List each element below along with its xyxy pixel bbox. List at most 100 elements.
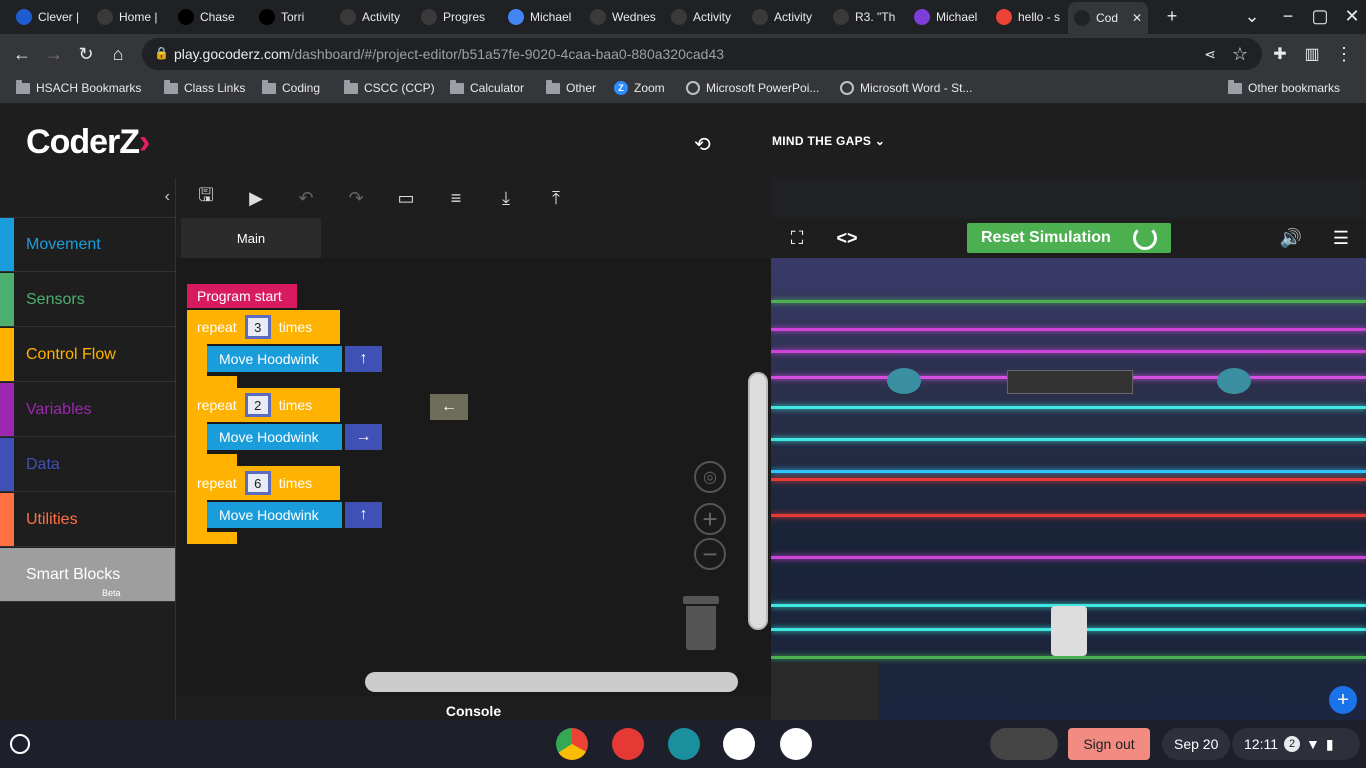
collapse-sidebar-button[interactable]: ‹ [0, 178, 176, 218]
coderz-logo[interactable]: CoderZ› [26, 123, 150, 162]
tab-search-icon[interactable]: ⌄ [1240, 4, 1264, 28]
vpn-app-icon[interactable] [780, 728, 812, 760]
console-panel[interactable]: Console [176, 696, 771, 720]
undo-icon[interactable]: ↶ [293, 186, 319, 210]
reload-icon[interactable]: ↻ [74, 42, 98, 66]
reset-simulation-button[interactable]: Reset Simulation [967, 223, 1171, 253]
classroom-app-icon[interactable] [668, 728, 700, 760]
browser-tab[interactable]: Cod ✕ [1068, 2, 1148, 34]
trash-icon[interactable] [683, 596, 719, 650]
pearson-app-icon[interactable] [723, 728, 755, 760]
zoom-out-icon[interactable]: − [694, 538, 726, 570]
launcher-icon[interactable] [10, 734, 30, 754]
settings-sliders-icon[interactable]: ☰ [1329, 226, 1353, 250]
browser-tab[interactable]: Michael [908, 4, 988, 30]
browser-tab[interactable]: Clever | [10, 4, 90, 30]
tote-thumbnails[interactable] [990, 728, 1058, 760]
repeat-count-input[interactable]: 3 [244, 315, 271, 339]
bookmark-item[interactable]: Other [546, 79, 596, 95]
bookmark-item[interactable]: Microsoft Word - St... [840, 81, 972, 95]
browser-tab[interactable]: Activity [334, 4, 414, 30]
add-fab-button[interactable]: + [1329, 686, 1357, 714]
close-window-icon[interactable]: ✕ [1340, 4, 1364, 28]
repeat-block[interactable]: repeat 6 times Move Hoodwink ↑ [187, 466, 382, 544]
browser-tab[interactable]: Wednes [584, 4, 664, 30]
category-smart-blocks[interactable]: Smart Blocks Beta [0, 548, 175, 602]
upload-icon[interactable]: ⤒ [543, 186, 569, 210]
chrome-app-icon[interactable] [556, 728, 588, 760]
back-icon[interactable]: ← [10, 42, 34, 66]
browser-tab[interactable]: Progres [415, 4, 501, 30]
home-icon[interactable]: ⌂ [106, 42, 130, 66]
direction-dropdown[interactable]: ↑ [345, 346, 382, 372]
category-variables[interactable]: Variables [0, 383, 175, 437]
category-sensors[interactable]: Sensors [0, 273, 175, 327]
tab-main[interactable]: Main [181, 218, 321, 258]
bookmark-item[interactable]: Microsoft PowerPoi... [686, 81, 819, 95]
bookmark-item[interactable]: Coding [262, 79, 320, 95]
download-icon[interactable]: ⤓ [493, 186, 519, 210]
repeat-count-input[interactable]: 6 [244, 471, 271, 495]
browser-tab[interactable]: Michael [502, 4, 582, 30]
direction-dropdown[interactable]: → [345, 424, 382, 450]
repeat-block[interactable]: repeat 3 times Move Hoodwink ↑ [187, 310, 382, 388]
share-icon[interactable]: ⋖ [1198, 42, 1222, 66]
cast-icon[interactable]: ▭ [393, 186, 419, 210]
repeat-count-input[interactable]: 2 [244, 393, 271, 417]
bookmark-item[interactable]: Class Links [164, 79, 245, 95]
volume-icon[interactable]: 🔊 [1279, 226, 1303, 250]
paint-app-icon[interactable] [612, 728, 644, 760]
bookmark-item[interactable]: Calculator [450, 79, 524, 95]
other-bookmarks[interactable]: Other bookmarks [1228, 79, 1340, 95]
direction-dropdown[interactable]: ↑ [345, 502, 382, 528]
program-start-block[interactable]: Program start [187, 284, 297, 308]
minimize-icon[interactable]: − [1276, 4, 1300, 28]
bookmark-item[interactable]: CSCC (CCP) [344, 79, 435, 95]
mission-selector[interactable]: MIND THE GAPS ⌄ [772, 134, 885, 148]
maximize-icon[interactable]: ▢ [1308, 4, 1332, 28]
center-target-icon[interactable]: ◎ [694, 461, 726, 493]
browser-tab[interactable]: Activity [665, 4, 745, 30]
vertical-scrollbar[interactable] [748, 372, 768, 630]
date-tray[interactable]: Sep 20 [1162, 728, 1231, 760]
horizontal-scrollbar[interactable] [365, 672, 738, 692]
move-hoodwink-block[interactable]: Move Hoodwink ↑ [207, 344, 382, 376]
forward-icon[interactable]: → [42, 42, 66, 66]
redo-icon[interactable]: ↷ [343, 186, 369, 210]
close-tab-icon[interactable]: ✕ [1132, 11, 1142, 25]
sign-out-button[interactable]: Sign out [1068, 728, 1150, 760]
extensions-icon[interactable]: ✚ [1268, 42, 1292, 66]
browser-tab[interactable]: Chase [172, 4, 252, 30]
category-utilities[interactable]: Utilities [0, 493, 175, 547]
history-icon[interactable]: ⟲ [694, 132, 711, 157]
save-icon[interactable]: 🖫 [193, 185, 219, 210]
side-panel-icon[interactable]: ▥ [1300, 42, 1324, 66]
browser-tab[interactable]: Torri [253, 4, 333, 30]
bookmark-star-icon[interactable]: ☆ [1228, 42, 1252, 66]
run-icon[interactable]: ▶ [243, 186, 269, 210]
browser-tab[interactable]: Activity [746, 4, 826, 30]
move-left-block[interactable]: ← [430, 394, 468, 420]
menu-icon[interactable]: ⋮ [1332, 42, 1356, 66]
code-view-icon[interactable]: <> [835, 226, 859, 250]
new-tab-icon[interactable]: + [1160, 4, 1184, 28]
zoom-in-icon[interactable]: + [694, 503, 726, 535]
bookmark-item[interactable]: Z Zoom [614, 81, 665, 95]
fullscreen-icon[interactable]: ⛶ [785, 226, 809, 250]
simulation-3d-view[interactable] [771, 258, 1366, 720]
address-bar[interactable]: 🔒 play.gocoderz.com/dashboard/#/project-… [142, 38, 1262, 70]
playlist-add-icon[interactable]: ≡ [443, 186, 469, 210]
repeat-block[interactable]: repeat 2 times Move Hoodwink → [187, 388, 382, 466]
browser-tab[interactable]: R3. "Th [827, 4, 907, 30]
browser-tab[interactable]: Home | [91, 4, 171, 30]
bookmark-item[interactable]: HSACH Bookmarks [16, 79, 141, 95]
blockly-workspace[interactable]: Program start repeat 3 times Move Hoodwink ↑… [176, 258, 771, 696]
move-hoodwink-block[interactable]: Move Hoodwink ↑ [207, 500, 382, 532]
folder-icon [262, 79, 276, 94]
category-data[interactable]: Data [0, 438, 175, 492]
move-hoodwink-block[interactable]: Move Hoodwink → [207, 422, 382, 454]
status-tray[interactable]: 12:11 2 ▼ ▮ [1232, 728, 1360, 760]
browser-tab[interactable]: hello - s [990, 4, 1068, 30]
category-movement[interactable]: Movement [0, 218, 175, 272]
category-control-flow[interactable]: Control Flow [0, 328, 175, 382]
